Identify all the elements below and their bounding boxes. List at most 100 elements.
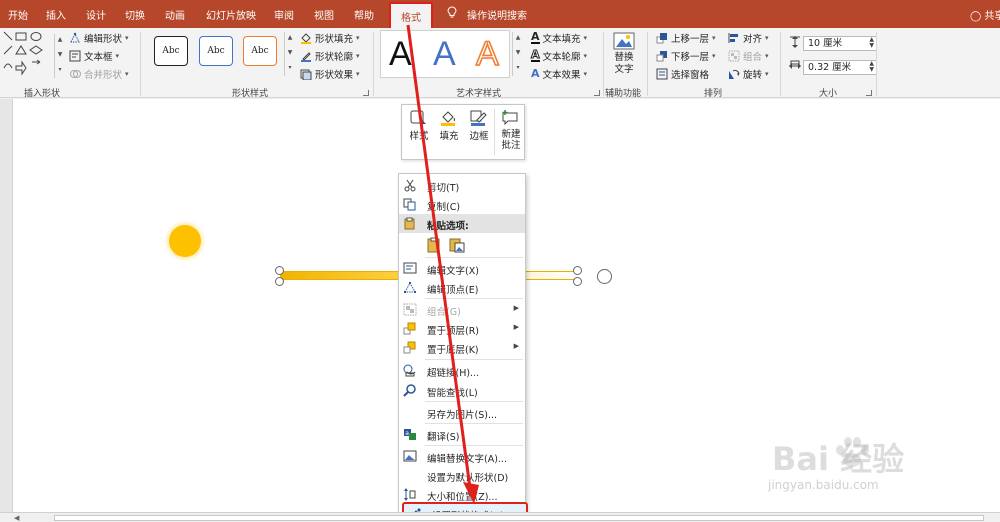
resize-handle[interactable] xyxy=(275,266,284,275)
ribbon: ▲ ▼ ▾ 编辑形状 ▾ 文本框 ▾ 合并形状 ▾ 插入形状 Abc Abc Abc … xyxy=(0,28,1000,99)
text-outline-button[interactable]: A 文本轮廓 ▾ xyxy=(531,49,588,64)
wordart-style-2[interactable]: A xyxy=(433,34,456,74)
menu-item-smart-lookup[interactable]: 智能查找(L) xyxy=(399,381,525,400)
shape-height-field[interactable]: 10 厘米 ▲ ▼ xyxy=(803,36,877,51)
scissors-icon xyxy=(404,179,416,192)
tab-transitions[interactable]: 切换 xyxy=(125,7,145,22)
mini-toolbar-divider xyxy=(494,109,495,155)
menu-item-label: 编辑顶点(E) xyxy=(427,285,479,296)
menu-item-copy[interactable]: 复制(C) xyxy=(399,195,525,214)
dialog-launcher-icon[interactable] xyxy=(866,90,872,96)
resize-handle[interactable] xyxy=(573,277,582,286)
menu-separator xyxy=(425,298,523,299)
rotation-handle-icon[interactable] xyxy=(597,269,612,284)
group-label-accessibility: 辅助功能 xyxy=(605,89,642,99)
dropdown-icon: ▾ xyxy=(115,52,120,60)
spin-arrows-icon[interactable]: ▲ ▼ xyxy=(869,61,874,73)
new-comment-button[interactable]: 新建 批注 xyxy=(497,109,525,151)
shape-fill-button[interactable]: 形状填充 ▾ xyxy=(300,31,360,45)
menu-item-bring-to-front[interactable]: 置于顶层(R) ▶ xyxy=(399,319,525,338)
menu-item-edit-points[interactable]: 编辑顶点(E) xyxy=(399,278,525,297)
tab-insert[interactable]: 插入 xyxy=(46,7,66,22)
tab-format[interactable]: 格式 xyxy=(389,2,433,28)
text-effects-button[interactable]: A 文本效果 ▾ xyxy=(531,67,587,81)
mini-outline-button[interactable]: 边框 xyxy=(465,109,493,142)
tab-animations[interactable]: 动画 xyxy=(165,7,185,22)
shape-style-preset-2[interactable]: Abc xyxy=(199,36,233,66)
sun-shape[interactable] xyxy=(169,225,201,257)
menu-item-translate[interactable]: a 翻译(S) xyxy=(399,425,525,444)
group-divider xyxy=(140,32,141,96)
watermark-brand: Bai 经验 xyxy=(772,440,905,478)
share-label: 共享 xyxy=(984,11,1000,22)
resize-handle[interactable] xyxy=(573,266,582,275)
scroll-left-icon[interactable]: ◀ xyxy=(14,514,19,522)
shape-effects-label: 形状效果 xyxy=(315,70,354,81)
text-box-button[interactable]: 文本框 ▾ xyxy=(69,49,119,63)
translate-icon: a xyxy=(404,429,416,440)
menu-item-label: 翻译(S) xyxy=(427,432,460,443)
wordart-style-1[interactable]: A xyxy=(389,34,412,74)
paste-keep-source-icon[interactable] xyxy=(426,237,442,253)
tab-slideshow[interactable]: 幻灯片放映 xyxy=(206,7,256,22)
menu-item-label: 另存为图片(S)... xyxy=(427,410,498,421)
menu-item-edit-alt-text[interactable]: 编辑替换文字(A)... xyxy=(399,447,525,466)
rotate-button[interactable]: 旋转 ▾ xyxy=(728,67,769,81)
tell-me-search[interactable]: 操作说明搜索 xyxy=(467,7,527,22)
menu-item-save-as-picture[interactable]: 另存为图片(S)... xyxy=(399,403,525,422)
scrollbar-thumb[interactable] xyxy=(54,515,984,521)
text-fill-button[interactable]: A 文本填充 ▾ xyxy=(531,31,587,45)
shape-style-gallery-scroll[interactable]: ▲ ▼ ▾ xyxy=(284,32,295,76)
shape-style-preset-1[interactable]: Abc xyxy=(154,36,188,66)
chevron-up-icon: ▲ xyxy=(515,34,521,41)
menu-item-send-to-back[interactable]: 置于底层(K) ▶ xyxy=(399,338,525,357)
tab-design[interactable]: 设计 xyxy=(86,7,106,22)
text-box-label: 文本框 xyxy=(84,52,113,63)
align-button[interactable]: 对齐 ▾ xyxy=(728,31,769,45)
mini-fill-button[interactable]: 填充 xyxy=(435,109,463,142)
alt-text-button[interactable]: 替换 文字 xyxy=(613,32,635,76)
resize-handle[interactable] xyxy=(275,277,284,286)
tab-review[interactable]: 审阅 xyxy=(274,7,294,22)
menu-item-edit-text[interactable]: 编辑文字(X) xyxy=(399,259,525,278)
tab-help[interactable]: 帮助 xyxy=(354,7,374,22)
chevron-up-icon: ▲ xyxy=(287,34,293,41)
shape-width-field[interactable]: 0.32 厘米 ▲ ▼ xyxy=(803,60,877,75)
user-icon: ◯ xyxy=(970,11,982,22)
share-button[interactable]: ◯ 共享 xyxy=(970,7,1000,22)
tab-start[interactable]: 开始 xyxy=(8,7,28,22)
gallery-scroll[interactable]: ▲ ▼ ▾ xyxy=(54,34,65,78)
send-backward-button[interactable]: 下移一层 ▾ xyxy=(656,49,716,63)
send-backward-label: 下移一层 xyxy=(671,52,710,63)
tab-view[interactable]: 视图 xyxy=(314,7,334,22)
menu-item-hyperlink[interactable]: 超链接(H)... xyxy=(399,361,525,380)
edit-shape-button[interactable]: 编辑形状 ▾ xyxy=(69,31,129,45)
mini-fill-label: 填充 xyxy=(439,131,459,142)
dialog-launcher-icon[interactable] xyxy=(594,90,600,96)
menu-item-label: 设置为默认形状(D) xyxy=(427,473,509,484)
shape-style-preset-3[interactable]: Abc xyxy=(243,36,277,66)
selection-pane-button[interactable]: 选择窗格 xyxy=(656,67,709,81)
menu-item-set-default-shape[interactable]: 设置为默认形状(D) xyxy=(399,466,525,485)
horizontal-scrollbar[interactable]: ◀ xyxy=(0,512,1000,522)
menu-item-group[interactable]: 组合(G) ▶ xyxy=(399,300,525,319)
shape-fill-label: 形状填充 xyxy=(315,34,354,45)
shape-outline-button[interactable]: 形状轮廓 ▾ xyxy=(300,49,360,63)
bring-forward-button[interactable]: 上移一层 ▾ xyxy=(656,31,716,45)
wordart-gallery-scroll[interactable]: ▲ ▼ ▾ xyxy=(512,32,523,76)
shape-effects-button[interactable]: 形状效果 ▾ xyxy=(300,67,360,81)
paste-as-picture-icon[interactable] xyxy=(449,237,465,253)
menu-item-label: 智能查找(L) xyxy=(427,388,478,399)
menu-item-cut[interactable]: 剪切(T) xyxy=(399,176,525,195)
dropdown-icon: ▾ xyxy=(583,52,588,60)
menu-item-label: 编辑文字(X) xyxy=(427,266,479,277)
mini-style-button[interactable]: 样式 xyxy=(405,109,433,142)
dialog-launcher-icon[interactable] xyxy=(363,90,369,96)
merge-shapes-button[interactable]: 合并形状 ▾ xyxy=(69,67,129,81)
group-button[interactable]: 组合 ▾ xyxy=(728,49,769,63)
spin-arrows-icon[interactable]: ▲ ▼ xyxy=(869,37,874,49)
wordart-style-3[interactable]: A xyxy=(475,34,499,74)
shape-gallery[interactable]: ▲ ▼ ▾ xyxy=(2,30,62,78)
bring-forward-icon xyxy=(656,33,667,44)
lightbulb-icon xyxy=(447,6,457,18)
